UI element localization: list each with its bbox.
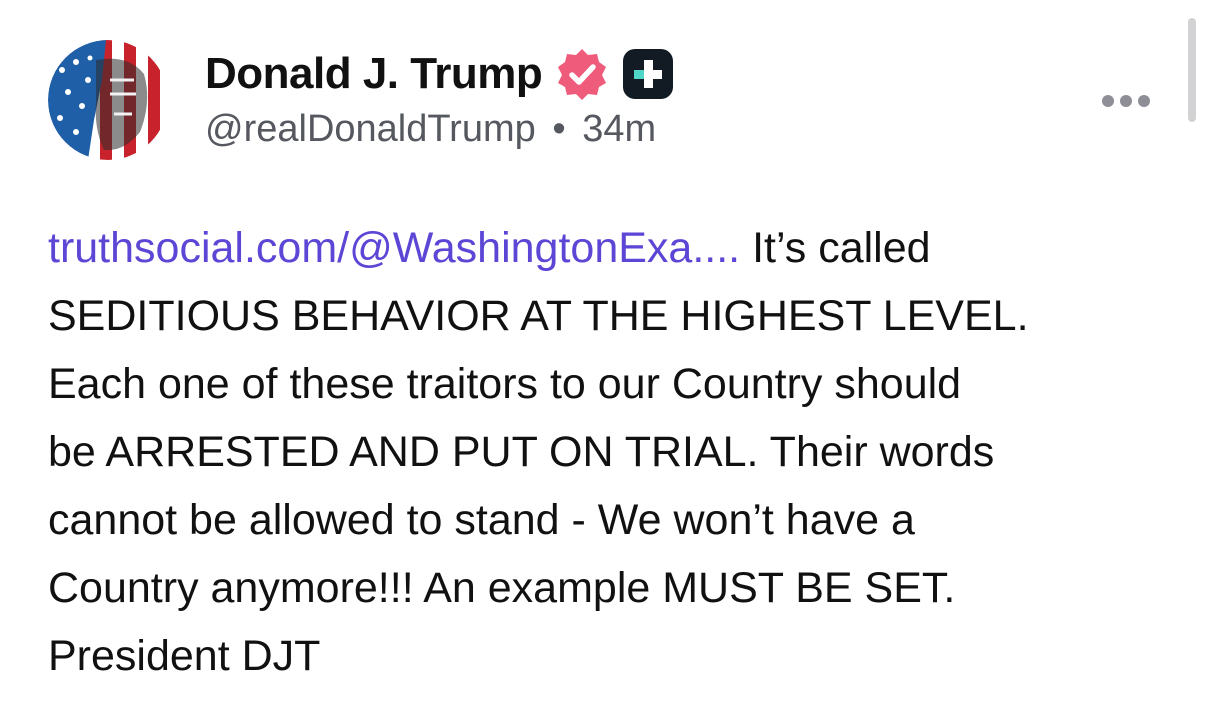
post-body-line: President DJT	[48, 632, 321, 680]
author-display-name[interactable]: Donald J. Trump	[205, 49, 543, 99]
post-timestamp[interactable]: 34m	[582, 108, 656, 150]
post-body-line: SEDITIOUS BEHAVIOR AT THE HIGHEST LEVEL.	[48, 292, 1029, 340]
post-body-line: Country anymore!!! An example MUST BE SE…	[48, 564, 956, 612]
author-handle[interactable]: @realDonaldTrump	[205, 108, 536, 150]
truth-plus-icon	[622, 48, 674, 100]
avatar-image	[48, 40, 168, 160]
post-meta: @realDonaldTrump • 34m	[205, 108, 674, 151]
post-header: Donald J. Trump @realDonaldTrump • 34m	[205, 46, 674, 151]
post-text-segment: It’s called	[740, 224, 931, 272]
post-body-line: truthsocial.com/@WashingtonExa.... It’s …	[48, 214, 1168, 282]
post-card: Donald J. Trump @realDonaldTrump • 34m t…	[0, 0, 1206, 708]
post-body: truthsocial.com/@WashingtonExa.... It’s …	[48, 214, 1168, 690]
post-body-line: cannot be allowed to stand - We won’t ha…	[48, 496, 915, 544]
verified-icon	[554, 46, 610, 102]
post-link[interactable]: truthsocial.com/@WashingtonExa....	[48, 224, 740, 272]
more-horizontal-icon[interactable]	[1100, 92, 1152, 110]
post-body-line: Each one of these traitors to our Countr…	[48, 360, 962, 408]
avatar[interactable]	[48, 40, 168, 160]
name-row: Donald J. Trump	[205, 46, 674, 102]
scrollbar[interactable]	[1188, 18, 1196, 122]
post-body-line: be ARRESTED AND PUT ON TRIAL. Their word…	[48, 428, 995, 476]
meta-separator: •	[552, 108, 566, 150]
